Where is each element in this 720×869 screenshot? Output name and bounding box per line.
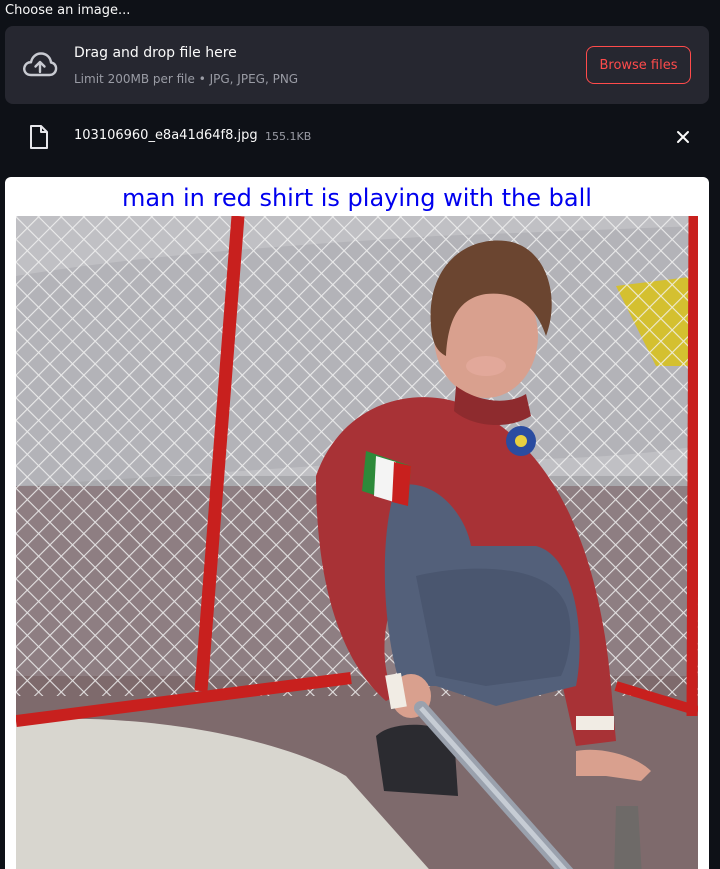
result-caption: man in red shirt is playing with the bal… [122,184,592,212]
uploaded-file-name: 103106960_e8a41d64f8.jpg [74,128,258,143]
close-icon [672,131,694,151]
file-icon [28,124,50,150]
result-figure: man in red shirt is playing with the bal… [5,177,709,869]
dropzone-title: Drag and drop file here [74,45,237,61]
uploader-label: Choose an image... [5,3,131,18]
uploaded-file-size: 155.1KB [265,130,312,143]
remove-file-button[interactable] [672,126,694,148]
uploaded-file-row: 103106960_e8a41d64f8.jpg 155.1KB [0,120,720,154]
file-dropzone[interactable]: Drag and drop file here Limit 200MB per … [5,26,709,104]
uploaded-photo [16,216,698,869]
cloud-upload-icon [22,50,58,80]
app-page: Choose an image... Drag and drop file he… [0,0,720,869]
dropzone-limit-text: Limit 200MB per file • JPG, JPEG, PNG [74,72,299,86]
browse-files-button[interactable]: Browse files [586,46,691,84]
